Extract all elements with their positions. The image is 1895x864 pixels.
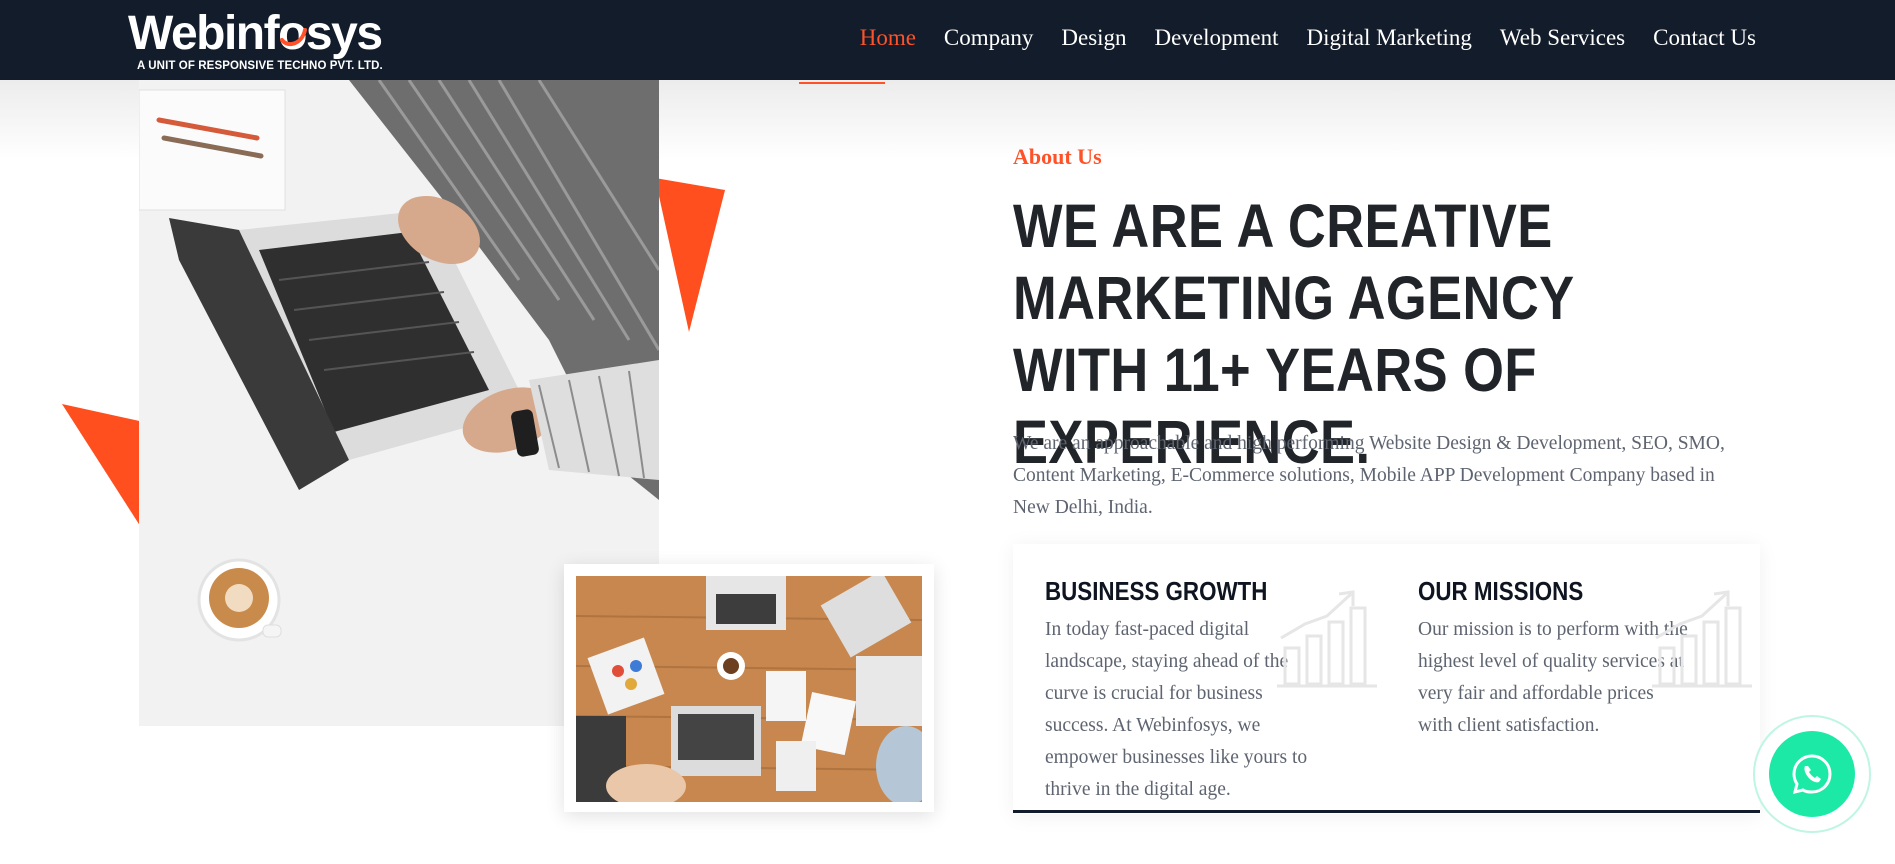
nav-item-company[interactable]: Company [944, 22, 1033, 54]
logo-tagline: A UNIT OF RESPONSIVE TECHNO PVT. LTD. [137, 60, 383, 72]
card-text: Our mission is to perform with the highe… [1418, 619, 1688, 736]
whatsapp-icon [1792, 754, 1832, 795]
card-our-missions: OUR MISSIONS Our mission is to perform w… [1418, 574, 1752, 742]
about-secondary-photo [576, 576, 922, 802]
feature-cards: BUSINESS GROWTH In today fast-paced digi… [1013, 544, 1760, 814]
nav-item-contact-us[interactable]: Contact Us [1653, 22, 1756, 54]
nav-item-home[interactable]: Home [860, 22, 916, 54]
team-desk-illustration [576, 576, 922, 802]
main-nav: Home Company Design Development Digital … [860, 22, 1756, 54]
nav-item-design[interactable]: Design [1061, 22, 1126, 54]
section-intro: We are an approachable and high performi… [1013, 433, 1725, 518]
decor-triangle-left [62, 404, 144, 532]
card-title: OUR MISSIONS [1418, 576, 1584, 606]
site-header: Webinfo sys A UNIT OF RESPONSIVE TECHNO P… [0, 0, 1895, 80]
decor-triangle-right [655, 178, 725, 332]
logo-swoosh-icon [280, 28, 308, 47]
card-business-growth: BUSINESS GROWTH In today fast-paced digi… [1045, 574, 1377, 806]
cards-bottom-border [1013, 810, 1760, 813]
nav-item-web-services[interactable]: Web Services [1500, 22, 1625, 54]
nav-item-development[interactable]: Development [1155, 22, 1279, 54]
nav-item-digital-marketing[interactable]: Digital Marketing [1306, 22, 1471, 54]
logo-swoosh-o: o [278, 6, 308, 62]
nav-active-underline [799, 82, 885, 84]
card-title: BUSINESS GROWTH [1045, 576, 1268, 606]
site-logo[interactable]: Webinfo sys A UNIT OF RESPONSIVE TECHNO P… [128, 6, 383, 76]
logo-wordmark: Webinfo sys [128, 6, 383, 62]
logo-text-prefix: Webinf [128, 7, 280, 60]
section-eyebrow: About Us [1013, 144, 1102, 169]
logo-text-suffix: sys [305, 7, 383, 60]
whatsapp-button[interactable] [1769, 731, 1855, 817]
about-secondary-photo-frame [564, 564, 934, 812]
